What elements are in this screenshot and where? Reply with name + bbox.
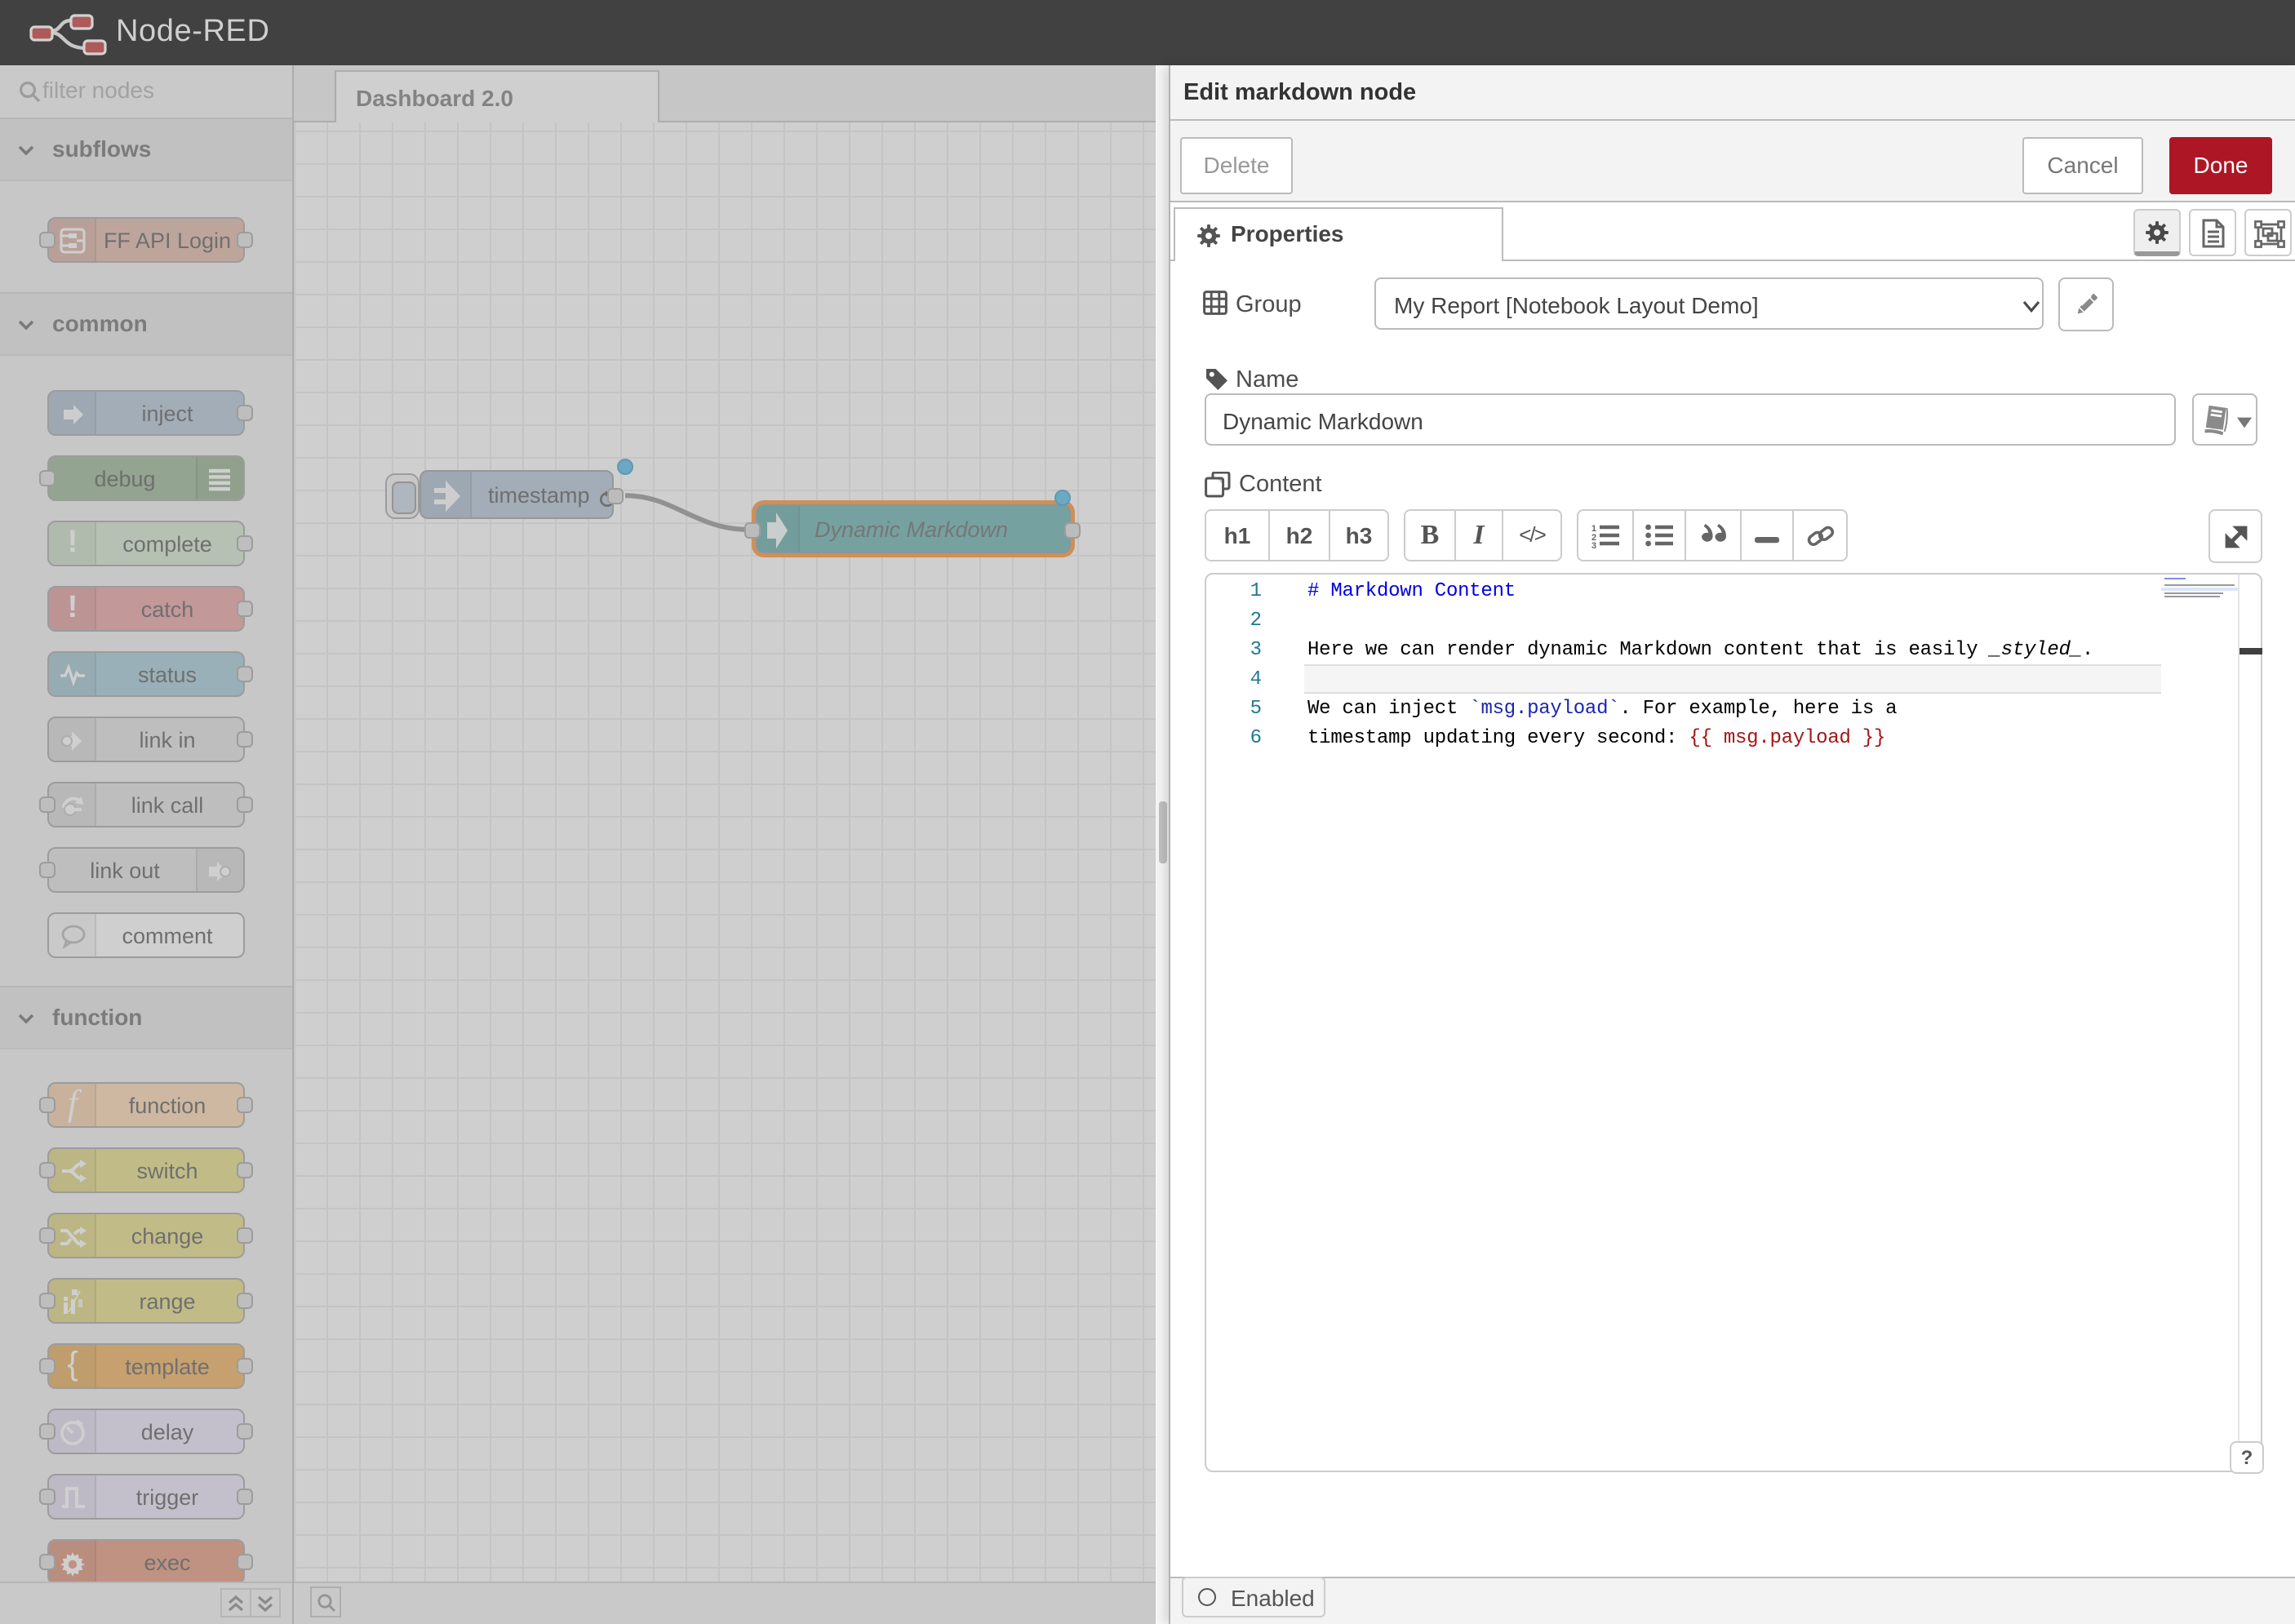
svg-text:3: 3	[1591, 541, 1596, 548]
